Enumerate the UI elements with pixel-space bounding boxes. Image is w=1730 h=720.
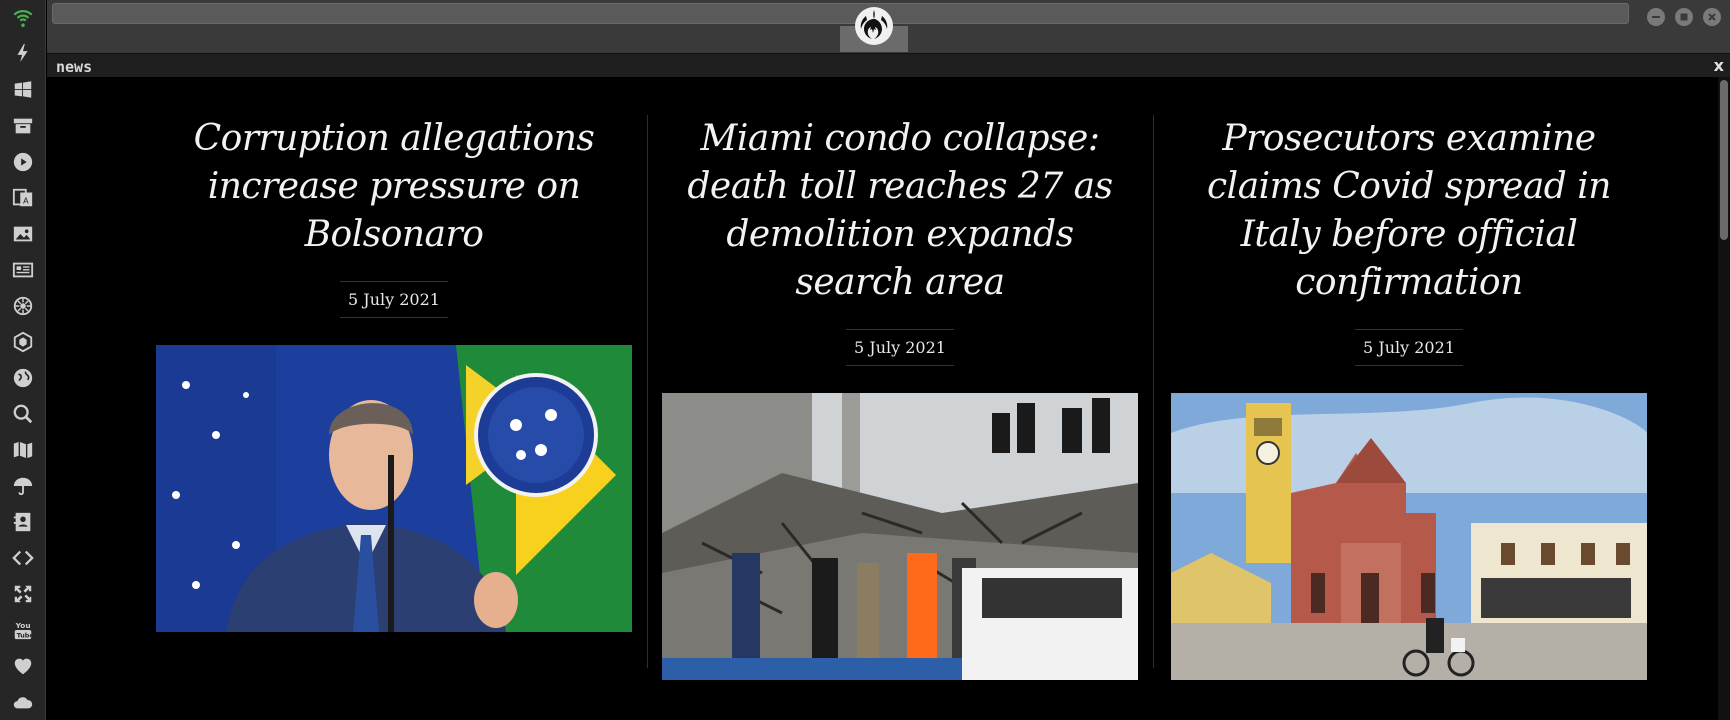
bolsonaro-photo[interactable]: [156, 345, 632, 632]
maximize-button[interactable]: [1675, 8, 1693, 26]
code-icon[interactable]: [11, 546, 35, 570]
svg-text:Tube: Tube: [17, 631, 34, 639]
condo-collapse-photo[interactable]: [662, 393, 1138, 680]
content-scrollbar[interactable]: [1718, 77, 1730, 720]
wifi-icon[interactable]: [11, 5, 35, 29]
top-bar: [47, 0, 1730, 53]
logo-tab[interactable]: [840, 0, 908, 52]
panel-close-button[interactable]: x: [1714, 56, 1724, 75]
globe-icon[interactable]: [11, 366, 35, 390]
archive-icon[interactable]: [11, 114, 35, 138]
search-icon[interactable]: [11, 402, 35, 426]
article-headline[interactable]: Miami condo collapse: death toll reaches…: [662, 115, 1138, 307]
panel-title: news: [56, 58, 93, 76]
article-date: 5 July 2021: [846, 329, 954, 366]
maximize-icon: [1680, 13, 1688, 21]
map-icon[interactable]: [11, 438, 35, 462]
close-window-button[interactable]: [1703, 8, 1721, 26]
rebel-alliance-logo-icon: [855, 7, 893, 45]
settings-cog-icon[interactable]: [11, 294, 35, 318]
article-date: 5 July 2021: [1355, 329, 1463, 366]
lightning-icon[interactable]: [11, 41, 35, 65]
svg-text:You: You: [15, 621, 31, 630]
cloud-icon[interactable]: [11, 690, 35, 714]
close-icon: [1708, 13, 1716, 21]
play-icon[interactable]: [11, 150, 35, 174]
heart-icon[interactable]: [11, 654, 35, 678]
column-divider: [1153, 115, 1154, 668]
scroll-thumb[interactable]: [1720, 80, 1728, 240]
umbrella-icon[interactable]: [11, 474, 35, 498]
article-card[interactable]: Miami condo collapse: death toll reaches…: [662, 115, 1138, 680]
article-date: 5 July 2021: [340, 281, 448, 318]
article-card[interactable]: Prosecutors examine claims Covid spread …: [1171, 115, 1647, 680]
youtube-icon[interactable]: You Tube: [11, 618, 35, 642]
article-headline[interactable]: Prosecutors examine claims Covid spread …: [1171, 115, 1647, 307]
contacts-icon[interactable]: [11, 510, 35, 534]
image-icon[interactable]: [11, 222, 35, 246]
minimize-button[interactable]: [1647, 8, 1665, 26]
news-panel-header: news x: [47, 53, 1730, 77]
expand-icon[interactable]: [11, 582, 35, 606]
article-card[interactable]: Corruption allegations increase pressure…: [156, 115, 632, 632]
column-divider: [647, 115, 648, 668]
windows-icon[interactable]: [11, 78, 35, 102]
news-content: Corruption allegations increase pressure…: [47, 77, 1718, 720]
italy-church-photo[interactable]: [1171, 393, 1647, 680]
article-headline[interactable]: Corruption allegations increase pressure…: [156, 115, 632, 259]
app-dock: A You Tube: [0, 0, 46, 720]
newspaper-icon[interactable]: [11, 258, 35, 282]
svg-text:A: A: [23, 196, 29, 206]
hexagon-icon[interactable]: [11, 330, 35, 354]
translate-icon[interactable]: A: [11, 186, 35, 210]
minimize-icon: [1652, 16, 1660, 18]
